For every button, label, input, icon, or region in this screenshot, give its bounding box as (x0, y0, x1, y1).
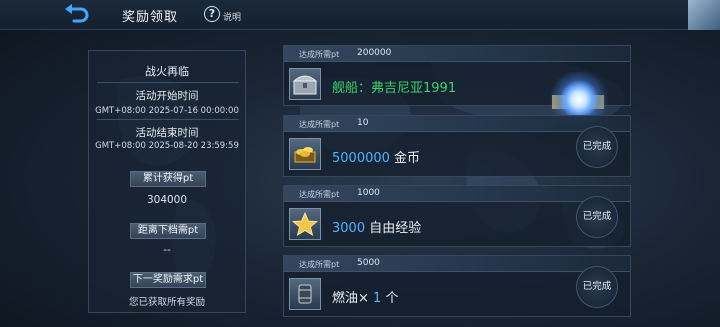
card-header: 达成所需pt 1000 (284, 186, 630, 202)
card-header: 达成所需pt 200000 (284, 46, 630, 62)
reward-card[interactable]: 达成所需pt 1000 3000 自由经验 已完成 (283, 185, 631, 247)
page-title: 奖励领取 (122, 10, 179, 25)
all-claimed-text: 您已获取所有奖励 (128, 297, 205, 308)
gold-coins-icon (289, 138, 321, 170)
next-reward-pt-label: 下一奖励需求pt (130, 272, 206, 288)
card-header: 达成所需pt 5000 (284, 256, 630, 272)
top-bar: 奖励领取 ? 说明 (0, 0, 720, 30)
required-pt-label: 达成所需pt (299, 260, 340, 269)
reward-card[interactable]: 达成所需pt 10 5000000 金币 已完成 (283, 115, 631, 177)
required-pt-label: 达成所需pt (299, 190, 340, 199)
accumulated-pt-label: 累计获得pt (130, 171, 206, 187)
reward-card[interactable]: 达成所需pt 5000 燃油× 1 个 已完成 (283, 255, 631, 317)
start-time-value: GMT+08:00 2025-07-16 00:00:00 (95, 106, 239, 116)
required-pt-value: 10 (357, 118, 369, 128)
next-tier-pt-value: -- (163, 244, 171, 256)
required-pt-value: 5000 (357, 258, 380, 268)
event-info-panel: 战火再临 活动开始时间 GMT+08:00 2025-07-16 00:00:0… (88, 50, 246, 313)
end-time-value: GMT+08:00 2025-08-20 23:59:59 (95, 141, 239, 151)
reward-card[interactable]: 达成所需pt 200000 舰船：弗吉尼亚1991 (283, 45, 631, 122)
star-icon (289, 208, 321, 240)
reward-name: 3000 自由经验 (332, 221, 422, 236)
event-name: 战火再临 (145, 65, 189, 78)
required-pt-label: 达成所需pt (299, 120, 340, 129)
fuel-barrel-icon (289, 278, 321, 310)
completed-badge: 已完成 (576, 196, 618, 238)
help-label[interactable]: 说明 (223, 10, 241, 23)
reward-name: 舰船：弗吉尼亚1991 (332, 81, 457, 96)
required-pt-value: 1000 (357, 188, 380, 198)
next-tier-pt-label: 距离下档需pt (130, 223, 206, 239)
divider (97, 119, 239, 120)
back-arrow-icon[interactable] (62, 3, 92, 25)
card-header: 达成所需pt 10 (284, 116, 630, 132)
completed-badge: 已完成 (576, 266, 618, 308)
reward-name: 5000000 金币 (332, 151, 421, 166)
end-time-label: 活动结束时间 (135, 127, 199, 139)
completed-badge: 已完成 (576, 126, 618, 168)
start-time-label: 活动开始时间 (135, 90, 199, 102)
reward-name: 燃油× 1 个 (332, 291, 399, 306)
treasure-chest-icon (289, 68, 321, 100)
corner-thumbnail (688, 0, 720, 30)
divider (97, 82, 239, 83)
required-pt-label: 达成所需pt (299, 50, 340, 59)
accumulated-pt-value: 304000 (146, 194, 188, 206)
help-icon[interactable]: ? (204, 6, 220, 22)
required-pt-value: 200000 (357, 48, 392, 58)
